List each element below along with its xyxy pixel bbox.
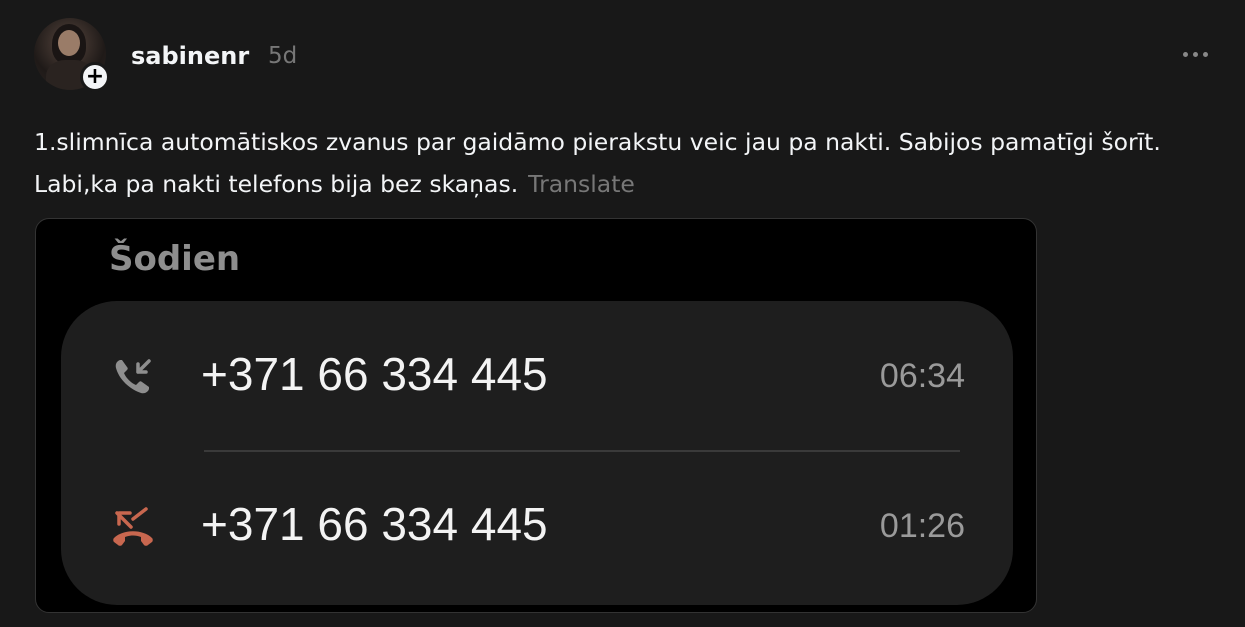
caller-number: +371 66 334 445 xyxy=(201,348,548,400)
incoming-call-icon xyxy=(115,359,151,394)
dot xyxy=(1183,52,1188,57)
translate-link[interactable]: Translate xyxy=(528,170,635,198)
call-time: 01:26 xyxy=(879,507,965,545)
caller-number: +371 66 334 445 xyxy=(201,498,548,550)
post-timestamp[interactable]: 5d xyxy=(268,43,297,69)
avatar-face xyxy=(58,30,80,56)
call-time: 06:34 xyxy=(879,357,965,395)
call-log-row: +371 66 334 445 06:34 xyxy=(61,301,1013,421)
follow-plus-icon[interactable]: + xyxy=(80,62,110,92)
author-username[interactable]: sabinenr xyxy=(131,42,249,70)
post-image[interactable]: Šodien +371 66 334 445 06:34 +371 66 334… xyxy=(35,218,1037,613)
post-body: 1.slimnīca automātiskos zvanus par gaidā… xyxy=(34,121,1224,205)
call-log-row: +371 66 334 445 01:26 xyxy=(61,451,1013,571)
missed-call-icon xyxy=(113,507,153,546)
more-options-icon[interactable] xyxy=(1183,52,1208,57)
call-log-section-title: Šodien xyxy=(109,239,241,279)
dot xyxy=(1193,52,1198,57)
dot xyxy=(1203,52,1208,57)
call-log-card: +371 66 334 445 06:34 +371 66 334 445 01… xyxy=(61,301,1013,605)
